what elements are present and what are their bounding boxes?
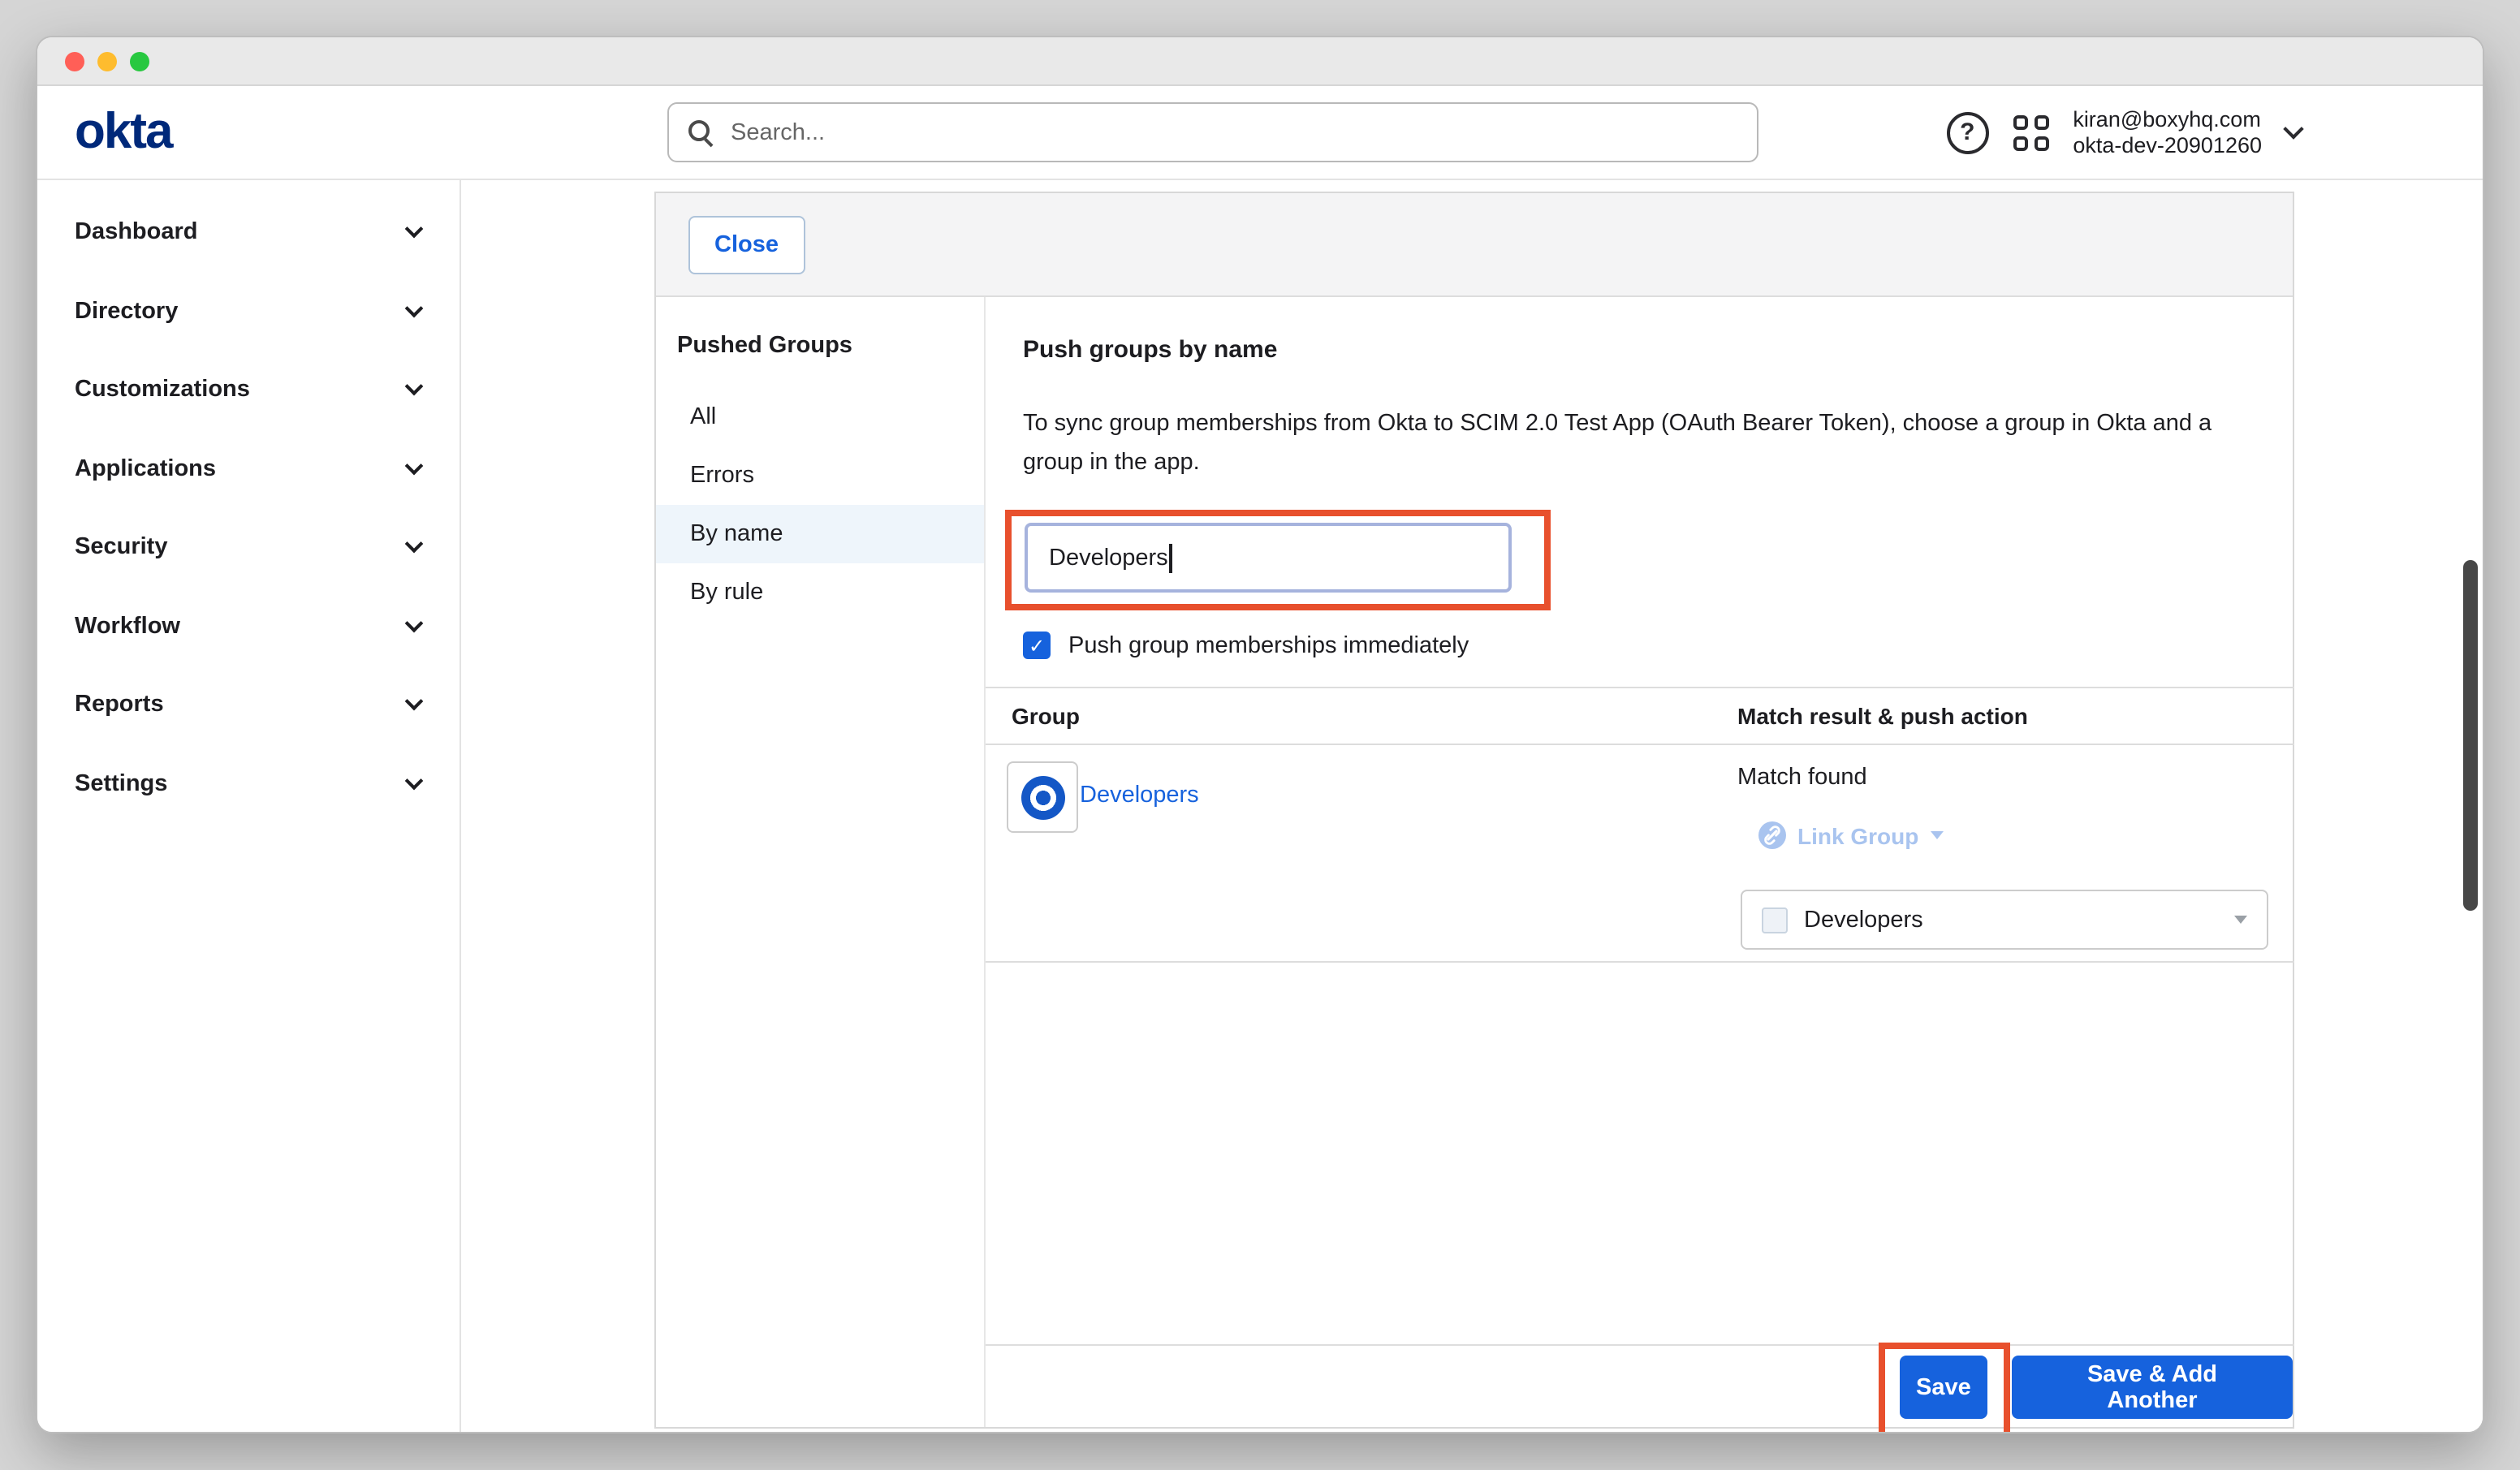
group-name-input[interactable]: Developers	[1025, 523, 1512, 593]
close-button[interactable]: Close	[688, 215, 805, 274]
push-immediately-label: Push group memberships immediately	[1068, 632, 1469, 658]
column-match-result: Match result & push action	[1737, 703, 2028, 729]
sidebar-item-workflow[interactable]: Workflow	[37, 587, 460, 666]
search-input[interactable]	[727, 118, 1739, 147]
group-name-input-value: Developers	[1049, 545, 1168, 571]
sidebar-item-dashboard[interactable]: Dashboard	[37, 193, 460, 272]
column-group: Group	[1012, 703, 1080, 729]
panel-toolbar: Close	[656, 193, 2293, 297]
okta-logo[interactable]: okta	[75, 106, 172, 156]
apps-grid-icon[interactable]	[2013, 114, 2048, 150]
sidebar-item-directory[interactable]: Directory	[37, 272, 460, 351]
page-title: Push groups by name	[1023, 336, 1277, 364]
account-info[interactable]: kiran@boxyhq.com okta-dev-20901260	[2073, 106, 2262, 158]
chevron-down-icon	[405, 614, 424, 632]
subnav-item-all[interactable]: All	[656, 388, 984, 446]
main-area: Close Pushed Groups All Errors By name B…	[461, 180, 2483, 1433]
link-group-label: Link Group	[1797, 822, 1918, 848]
global-search[interactable]	[667, 102, 1758, 162]
chevron-down-icon	[405, 535, 424, 554]
match-status: Match found	[1737, 765, 1867, 791]
vertical-scrollbar[interactable]	[2463, 560, 2478, 911]
chevron-down-icon	[405, 220, 424, 239]
push-groups-panel: Close Pushed Groups All Errors By name B…	[654, 192, 2294, 1429]
chevron-down-icon	[405, 692, 424, 711]
desktop: okta ? kiran@boxyhq.com okta-dev-2090126…	[0, 0, 2520, 1470]
sidebar-item-applications[interactable]: Applications	[37, 429, 460, 508]
traffic-light-minimize-icon[interactable]	[97, 51, 117, 71]
account-email: kiran@boxyhq.com	[2073, 106, 2262, 132]
group-placeholder-icon	[1762, 907, 1788, 933]
header-right-cluster: ? kiran@boxyhq.com okta-dev-20901260	[1946, 86, 2301, 179]
chevron-down-icon[interactable]	[2283, 118, 2303, 138]
subnav-item-errors[interactable]: Errors	[656, 446, 984, 505]
push-by-name-content: Push groups by name To sync group member…	[986, 297, 2293, 1427]
group-avatar	[1007, 761, 1078, 833]
panel-body: Pushed Groups All Errors By name By rule…	[656, 297, 2293, 1427]
okta-group-icon	[1021, 775, 1064, 819]
subnav-item-by-name[interactable]: By name	[656, 505, 984, 563]
window-titlebar	[37, 37, 2483, 86]
subnav-title: Pushed Groups	[677, 333, 963, 359]
chevron-down-icon	[405, 456, 424, 475]
chevron-down-icon	[2234, 916, 2247, 924]
link-group-button[interactable]: Link Group	[1758, 821, 1943, 849]
sidebar-nav: Dashboard Directory Customizations Appli…	[37, 180, 461, 1433]
page-description: To sync group memberships from Okta to S…	[1023, 404, 2233, 482]
link-icon	[1758, 821, 1786, 849]
account-org: okta-dev-20901260	[2073, 132, 2262, 158]
footer-divider	[986, 1344, 2294, 1346]
subnav-item-by-rule[interactable]: By rule	[656, 563, 984, 622]
chevron-down-icon	[1930, 831, 1943, 839]
target-group-select[interactable]: Developers	[1741, 890, 2268, 950]
chevron-down-icon	[405, 771, 424, 790]
push-immediately-checkbox[interactable]: ✓	[1023, 632, 1051, 659]
traffic-light-close-icon[interactable]	[65, 51, 84, 71]
app-body: Dashboard Directory Customizations Appli…	[37, 180, 2483, 1433]
group-link-developers[interactable]: Developers	[1080, 782, 1199, 808]
app-header: okta ? kiran@boxyhq.com okta-dev-2090126…	[37, 86, 2483, 180]
push-immediately-row: ✓ Push group memberships immediately	[1023, 632, 1469, 659]
chevron-down-icon	[405, 377, 424, 396]
sidebar-item-security[interactable]: Security	[37, 508, 460, 587]
table-header: Group Match result & push action	[986, 687, 2294, 745]
chevron-down-icon	[405, 299, 424, 317]
sidebar-item-customizations[interactable]: Customizations	[37, 351, 460, 429]
search-icon	[687, 119, 714, 146]
pushed-groups-subnav: Pushed Groups All Errors By name By rule	[656, 297, 986, 1427]
traffic-light-zoom-icon[interactable]	[130, 51, 149, 71]
save-add-another-button[interactable]: Save & Add Another	[2012, 1356, 2293, 1419]
row-divider	[986, 961, 2294, 963]
text-caret	[1170, 543, 1172, 572]
target-group-value: Developers	[1804, 907, 1923, 933]
sidebar-item-settings[interactable]: Settings	[37, 744, 460, 823]
browser-window: okta ? kiran@boxyhq.com okta-dev-2090126…	[36, 36, 2484, 1433]
save-button[interactable]: Save	[1900, 1356, 1987, 1419]
sidebar-item-reports[interactable]: Reports	[37, 666, 460, 744]
help-icon[interactable]: ?	[1946, 111, 1988, 153]
